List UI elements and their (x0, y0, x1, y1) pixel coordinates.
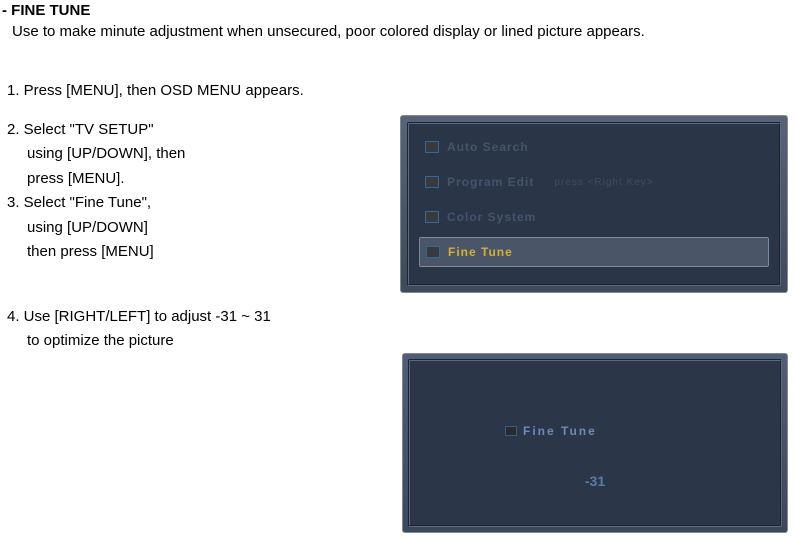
osd-fine-tune-panel: Fine Tune -31 (408, 359, 782, 527)
menu-icon (425, 211, 439, 223)
step-4-line1: 4. Use [RIGHT/LEFT] to adjust -31 ~ 31 (7, 306, 397, 329)
step-1: 1. Press [MENU], then OSD MENU appears. (7, 80, 397, 103)
menu-icon (425, 176, 439, 188)
osd-menu-panel: Auto Search Program Edit press <Right Ke… (407, 122, 781, 286)
step-3-line1: 3. Select "Fine Tune", (7, 192, 397, 215)
step-2-line1: 2. Select "TV SETUP" (7, 119, 397, 142)
menu-item-fine-tune: Fine Tune (419, 237, 769, 267)
menu-label-auto-search: Auto Search (447, 140, 529, 154)
step-3-line2: using [UP/DOWN] (27, 217, 397, 240)
menu-icon (505, 426, 517, 436)
steps-group-2: 4. Use [RIGHT/LEFT] to adjust -31 ~ 31 t… (7, 306, 397, 353)
step-3-line3: then press [MENU] (27, 241, 397, 264)
menu-label-fine-tune: Fine Tune (448, 245, 513, 259)
osd-screenshot-fine-tune: Fine Tune -31 (402, 353, 788, 533)
section-subtitle: Use to make minute adjustment when unsec… (12, 23, 792, 40)
menu-item-color-system: Color System (419, 202, 769, 232)
menu-label-color-system: Color System (447, 210, 536, 224)
menu-hint-right-key: press <Right Key> (554, 177, 653, 188)
menu-label-program-edit: Program Edit (447, 175, 534, 189)
menu-item-program-edit: Program Edit press <Right Key> (419, 167, 769, 197)
step-2-line3: press [MENU]. (27, 168, 397, 191)
section-title: - FINE TUNE (2, 2, 792, 19)
menu-item-auto-search: Auto Search (419, 132, 769, 162)
steps-group-1: 1. Press [MENU], then OSD MENU appears. … (7, 80, 397, 264)
fine-tune-value: -31 (410, 473, 780, 489)
menu-icon (426, 246, 440, 258)
menu-icon (425, 141, 439, 153)
fine-tune-label-row: Fine Tune (505, 424, 597, 438)
step-2-line2: using [UP/DOWN], then (27, 143, 397, 166)
step-4-line2: to optimize the picture (27, 330, 397, 353)
fine-tune-label: Fine Tune (523, 424, 597, 438)
osd-screenshot-menu: Auto Search Program Edit press <Right Ke… (400, 115, 788, 293)
